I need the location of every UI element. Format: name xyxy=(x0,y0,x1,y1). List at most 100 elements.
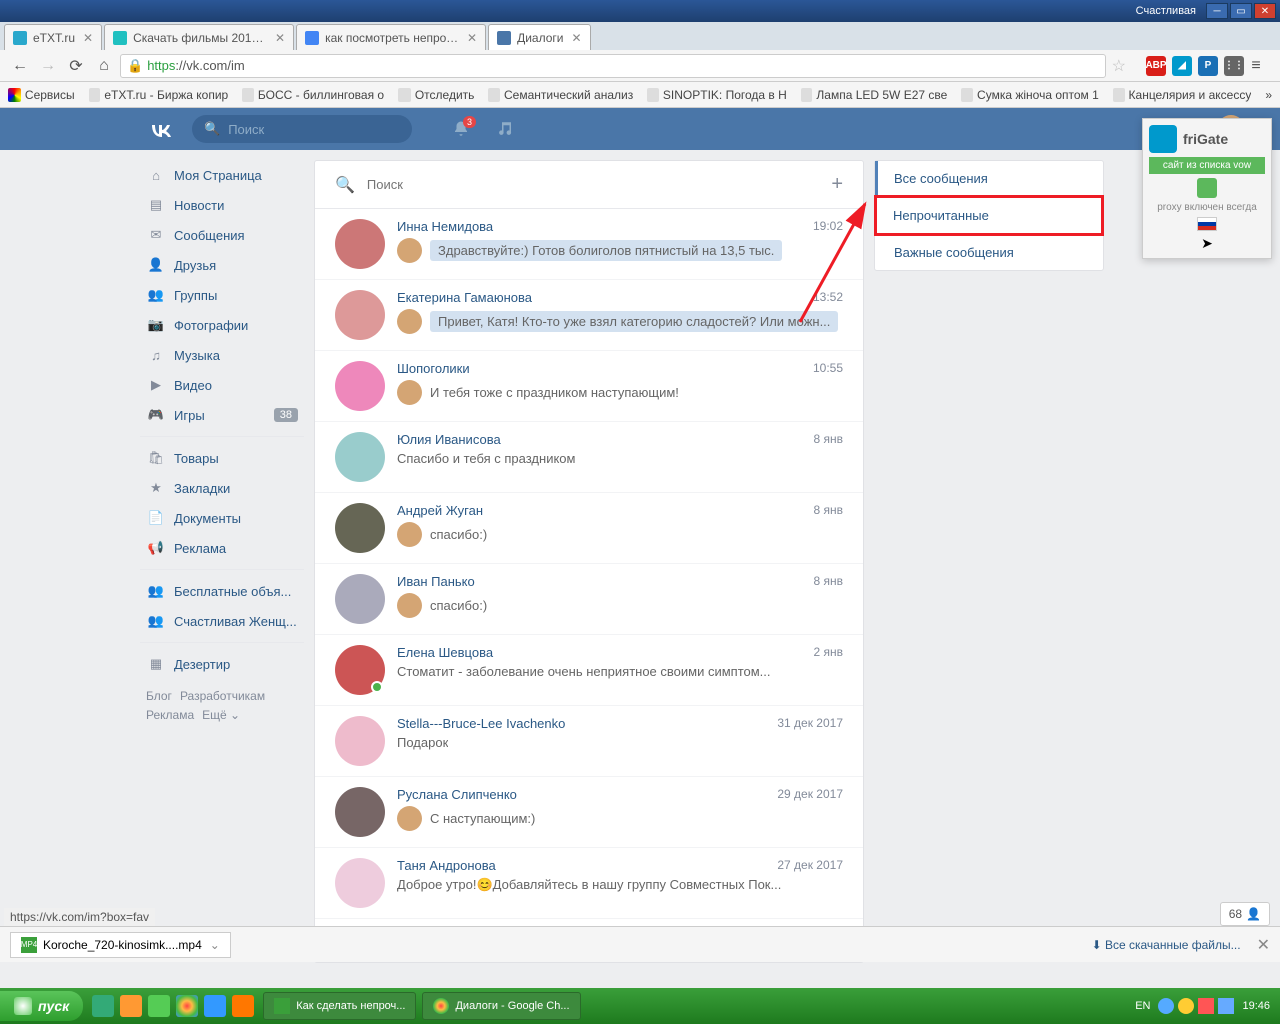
bookmark-item[interactable]: Семантический анализ xyxy=(488,88,633,102)
ql-icon[interactable] xyxy=(204,995,226,1017)
bookmarks-overflow[interactable]: » xyxy=(1265,88,1272,102)
window-titlebar: Счастливая ─ ▭ ✕ xyxy=(0,0,1280,22)
bookmark-item[interactable]: Сумка жіноча оптом 1 xyxy=(961,88,1099,102)
favicon-icon xyxy=(113,31,127,45)
tab-close-icon[interactable]: ✕ xyxy=(467,31,477,45)
new-dialog-button[interactable]: + xyxy=(831,173,843,196)
side-badge[interactable]: 68👤 xyxy=(1220,902,1270,926)
minimize-button[interactable]: ─ xyxy=(1206,3,1228,19)
vk-search-input[interactable]: 🔍 Поиск xyxy=(192,115,412,143)
start-button[interactable]: пуск xyxy=(0,991,83,1021)
tray-icon[interactable] xyxy=(1158,998,1174,1014)
dialog-preview: Доброе утро!😊Добавляйтесь в нашу группу … xyxy=(397,877,781,893)
forward-button[interactable]: → xyxy=(36,54,60,78)
ql-icon[interactable] xyxy=(120,995,142,1017)
dialog-name: Stella---Bruce-Lee Ivachenko xyxy=(397,716,565,731)
menu-button[interactable]: ≡ xyxy=(1244,54,1268,78)
browser-tab[interactable]: Диалоги✕ xyxy=(488,24,590,50)
system-tray[interactable]: EN 19:46 xyxy=(1135,998,1280,1014)
dialog-search-input[interactable] xyxy=(367,177,831,192)
download-bar: MP4 Koroche_720-kinosimk....mp4 ⌄ ⬇ Все … xyxy=(0,926,1280,962)
sidebar-item[interactable]: 👥Счастливая Женщ... xyxy=(140,606,304,636)
browser-tab[interactable]: как посмотреть непрочита...✕ xyxy=(296,24,486,50)
url-input[interactable]: 🔒 https://vk.com/im xyxy=(120,54,1106,78)
ql-icon[interactable] xyxy=(92,995,114,1017)
sidebar-item[interactable]: 📄Документы xyxy=(140,503,304,533)
bookmark-item[interactable]: eTXT.ru - Биржа копир xyxy=(89,88,229,102)
bookmark-item[interactable]: Канцелярия и аксессу xyxy=(1113,88,1252,102)
bookmark-item[interactable]: Лампа LED 5W E27 све xyxy=(801,88,948,102)
sidebar-item[interactable]: 🛍Товары xyxy=(140,443,304,473)
frigate-ext-icon[interactable]: ◢ xyxy=(1172,56,1192,76)
browser-tab[interactable]: eTXT.ru✕ xyxy=(4,24,102,50)
sidebar-item[interactable]: ♫Музыка xyxy=(140,340,304,370)
home-button[interactable]: ⌂ xyxy=(92,54,116,78)
back-button[interactable]: ← xyxy=(8,54,32,78)
dialog-item[interactable]: Юлия Иванисова8 янв Спасибо и тебя с пра… xyxy=(315,422,863,493)
dialog-item[interactable]: Андрей Жуган8 янв спасибо:) xyxy=(315,493,863,564)
frigate-widget[interactable]: friGate сайт из списка vow proxy включен… xyxy=(1142,118,1272,259)
notifications-button[interactable]: 3 xyxy=(452,120,470,138)
extension-icons: ABP ◢ P ⋮⋮ ≡ xyxy=(1140,54,1272,78)
sidebar-item[interactable]: 👥Группы xyxy=(140,280,304,310)
tab-close-icon[interactable]: ✕ xyxy=(275,31,285,45)
sidebar-item[interactable]: ⌂Моя Страница xyxy=(140,160,304,190)
close-icon[interactable]: ✕ xyxy=(1257,935,1270,955)
bookmark-item[interactable]: SINOPTIK: Погода в Н xyxy=(647,88,787,102)
dialog-item[interactable]: Инна Немидова19:02 Здравствуйте:) Готов … xyxy=(315,209,863,280)
sidebar-item[interactable]: ✉Сообщения xyxy=(140,220,304,250)
tray-icon[interactable] xyxy=(1198,998,1214,1014)
dialog-item[interactable]: Екатерина Гамаюнова13:52 Привет, Катя! К… xyxy=(315,280,863,351)
tray-icon[interactable] xyxy=(1178,998,1194,1014)
close-button[interactable]: ✕ xyxy=(1254,3,1276,19)
taskbar-task[interactable]: Как сделать непроч... xyxy=(263,992,416,1020)
filter-item[interactable]: Все сообщения xyxy=(875,161,1103,196)
ql-icon[interactable] xyxy=(148,995,170,1017)
tab-close-icon[interactable]: ✕ xyxy=(571,31,581,45)
dialog-preview: И тебя тоже с праздником наступающим! xyxy=(430,385,679,400)
dialog-item[interactable]: Таня Андронова27 дек 2017 Доброе утро!😊Д… xyxy=(315,848,863,919)
sidebar-item[interactable]: 🎮Игры38 xyxy=(140,400,304,430)
dialog-item[interactable]: Елена Шевцова2 янв Стоматит - заболевани… xyxy=(315,635,863,706)
browser-tab[interactable]: Скачать фильмы 2018-201...✕ xyxy=(104,24,294,50)
sidebar-item[interactable]: 📷Фотографии xyxy=(140,310,304,340)
dialog-item[interactable]: Шопоголики10:55 И тебя тоже с праздником… xyxy=(315,351,863,422)
sidebar-item[interactable]: 👤Друзья xyxy=(140,250,304,280)
dialog-time: 29 дек 2017 xyxy=(777,787,843,802)
chrome-icon[interactable] xyxy=(176,995,198,1017)
bookmark-item[interactable]: БОСС - биллинговая о xyxy=(242,88,384,102)
star-icon[interactable]: ☆ xyxy=(1112,56,1126,76)
filter-item[interactable]: Важные сообщения xyxy=(875,235,1103,270)
sidebar-item[interactable]: 👥Бесплатные объя... xyxy=(140,576,304,606)
dialog-item[interactable]: Stella---Bruce-Lee Ivachenko31 дек 2017 … xyxy=(315,706,863,777)
maximize-button[interactable]: ▭ xyxy=(1230,3,1252,19)
sidebar-item[interactable]: ▤Новости xyxy=(140,190,304,220)
sidebar-item[interactable]: ★Закладки xyxy=(140,473,304,503)
ql-icon[interactable] xyxy=(232,995,254,1017)
filter-item[interactable]: Непрочитанные xyxy=(874,195,1104,236)
power-icon[interactable] xyxy=(1197,178,1217,198)
search-icon: 🔍 xyxy=(335,175,355,195)
reload-button[interactable]: ⟳ xyxy=(64,54,88,78)
sidebar-item[interactable]: ▶Видео xyxy=(140,370,304,400)
app-icon: ▦ xyxy=(146,654,166,674)
chevron-down-icon[interactable]: ⌄ xyxy=(210,938,220,952)
download-item[interactable]: MP4 Koroche_720-kinosimk....mp4 ⌄ xyxy=(10,932,231,958)
sidebar-item[interactable]: ▦Дезертир xyxy=(140,649,304,679)
abp-icon[interactable]: ABP xyxy=(1146,56,1166,76)
sidebar-item[interactable]: 📢Реклама xyxy=(140,533,304,563)
mini-avatar xyxy=(397,522,422,547)
dialog-item[interactable]: Иван Панько8 янв спасибо:) xyxy=(315,564,863,635)
bookmark-item[interactable]: Отследить xyxy=(398,88,474,102)
ext-icon[interactable]: P xyxy=(1198,56,1218,76)
dialog-time: 8 янв xyxy=(813,574,843,589)
dialog-item[interactable]: Руслана Слипченко29 дек 2017 С наступающ… xyxy=(315,777,863,848)
taskbar-task[interactable]: Диалоги - Google Ch... xyxy=(422,992,580,1020)
ext-icon-2[interactable]: ⋮⋮ xyxy=(1224,56,1244,76)
all-downloads-link[interactable]: ⬇ Все скачанные файлы... xyxy=(1092,938,1241,952)
apps-button[interactable]: Сервисы xyxy=(8,88,75,102)
tab-close-icon[interactable]: ✕ xyxy=(83,31,93,45)
vk-logo-icon[interactable] xyxy=(146,119,176,139)
music-button[interactable] xyxy=(496,120,514,138)
tray-icon[interactable] xyxy=(1218,998,1234,1014)
